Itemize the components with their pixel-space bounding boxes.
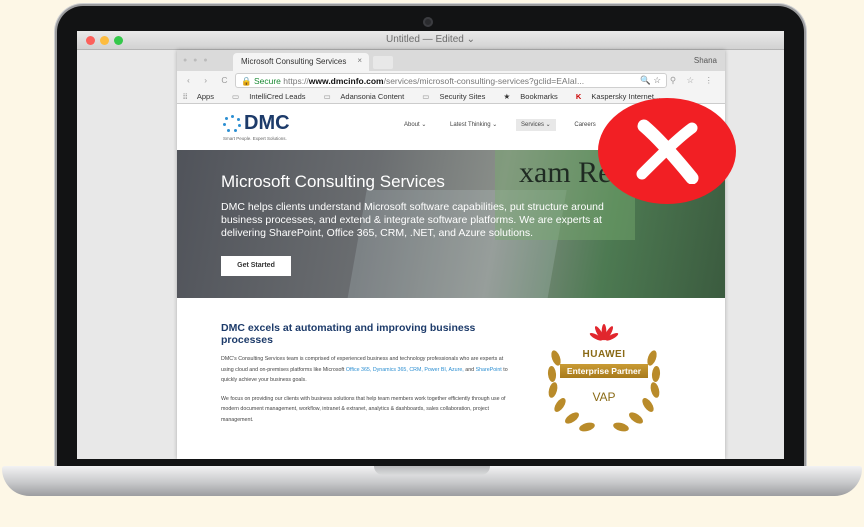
profile-name[interactable]: Shana bbox=[694, 56, 717, 65]
apps-grid-icon: ⁞⁞ bbox=[183, 92, 188, 101]
logo-text: DMC bbox=[244, 112, 290, 134]
section-title: DMC excels at automating and improving b… bbox=[221, 322, 476, 346]
hero-text: DMC helps clients understand Microsoft s… bbox=[221, 201, 604, 239]
dmc-logo[interactable]: DMC Smart People. Expert Solutions. bbox=[223, 112, 290, 141]
bookmark-security[interactable]: ▭ Security Sites bbox=[422, 92, 493, 101]
dmc-dots-icon bbox=[223, 114, 241, 133]
bookmark-adansonia[interactable]: ▭ Adansonia Content bbox=[324, 92, 413, 101]
secure-label: Secure bbox=[253, 76, 281, 86]
huawei-partner-badge: HUAWEI Enterprise Partner VAP bbox=[532, 298, 676, 450]
hero-title: Microsoft Consulting Services bbox=[221, 172, 445, 191]
close-x-icon bbox=[636, 119, 699, 184]
url-path: /services/microsoft-consulting-services?… bbox=[383, 76, 585, 86]
sharepoint-link[interactable]: SharePoint bbox=[476, 367, 502, 373]
base-notch bbox=[374, 466, 490, 475]
folder-icon: ▭ bbox=[232, 92, 240, 101]
bookmark-bookmarks[interactable]: ★ Bookmarks bbox=[503, 92, 565, 101]
huawei-name: HUAWEI bbox=[582, 349, 626, 360]
enterprise-partner-ribbon: Enterprise Partner bbox=[560, 364, 648, 378]
paragraph-2: We focus on providing our clients with b… bbox=[221, 395, 506, 423]
laptop-lid: Untitled — Edited ⌄ ● ● ● Microsoft Cons… bbox=[57, 6, 804, 472]
url-host: www.dmcinfo.com bbox=[308, 76, 384, 86]
tab-title: Microsoft Consulting Services bbox=[241, 57, 347, 66]
laptop-screen: Untitled — Edited ⌄ ● ● ● Microsoft Cons… bbox=[77, 31, 784, 459]
tab-close-icon[interactable]: × bbox=[357, 56, 362, 65]
mac-window-titlebar: Untitled — Edited ⌄ bbox=[77, 31, 784, 50]
url-scheme: https:// bbox=[283, 76, 309, 86]
kaspersky-k-icon: K bbox=[575, 92, 582, 101]
laptop-base bbox=[2, 466, 862, 496]
site-menu: About ⌄ Latest Thinking ⌄ Services ⌄ Car… bbox=[399, 119, 613, 131]
address-bar[interactable]: 🔒 Secure https://www.dmcinfo.com/service… bbox=[235, 73, 667, 88]
bookmark-intellicred[interactable]: ▭ IntelliCred Leads bbox=[232, 92, 313, 101]
inactive-window-controls-icon: ● ● ● bbox=[183, 57, 210, 64]
platform-links[interactable]: Office 365, Dynamics 365, CRM, Power BI,… bbox=[346, 367, 464, 373]
tab-strip: ● ● ● Microsoft Consulting Services × Sh… bbox=[177, 50, 725, 71]
menu-about[interactable]: About ⌄ bbox=[399, 119, 431, 131]
folder-icon: ▭ bbox=[422, 92, 430, 101]
menu-latest-thinking[interactable]: Latest Thinking ⌄ bbox=[445, 119, 502, 131]
content-section: DMC excels at automating and improving b… bbox=[221, 322, 511, 433]
camera-icon bbox=[423, 17, 433, 27]
paragraph-1: DMC's Consulting Services team is compri… bbox=[221, 356, 508, 383]
menu-careers[interactable]: Careers bbox=[569, 119, 600, 131]
browser-tab[interactable]: Microsoft Consulting Services × bbox=[233, 53, 369, 71]
extension-icons[interactable]: ⚲ ☆ ⋮ bbox=[670, 75, 717, 86]
logo-tagline: Smart People. Expert Solutions. bbox=[223, 136, 287, 141]
vap-level: VAP bbox=[592, 390, 616, 404]
red-x-badge bbox=[598, 98, 736, 204]
url-tools-icon[interactable]: 🔍 ☆ bbox=[640, 75, 661, 86]
secure-lock-icon: 🔒 bbox=[241, 76, 252, 86]
menu-services[interactable]: Services ⌄ bbox=[516, 119, 556, 131]
get-started-button[interactable]: Get Started bbox=[221, 256, 291, 276]
folder-icon: ▭ bbox=[323, 92, 331, 101]
address-row: ‹ › C 🔒 Secure https://www.dmcinfo.com/s… bbox=[177, 71, 725, 90]
window-title: Untitled — Edited ⌄ bbox=[386, 34, 475, 45]
bookmark-apps[interactable]: ⁞⁞ Apps bbox=[183, 92, 222, 101]
star-icon: ★ bbox=[503, 92, 511, 101]
new-tab-button[interactable] bbox=[373, 56, 393, 69]
nav-buttons-icon[interactable]: ‹ › C bbox=[187, 75, 234, 85]
